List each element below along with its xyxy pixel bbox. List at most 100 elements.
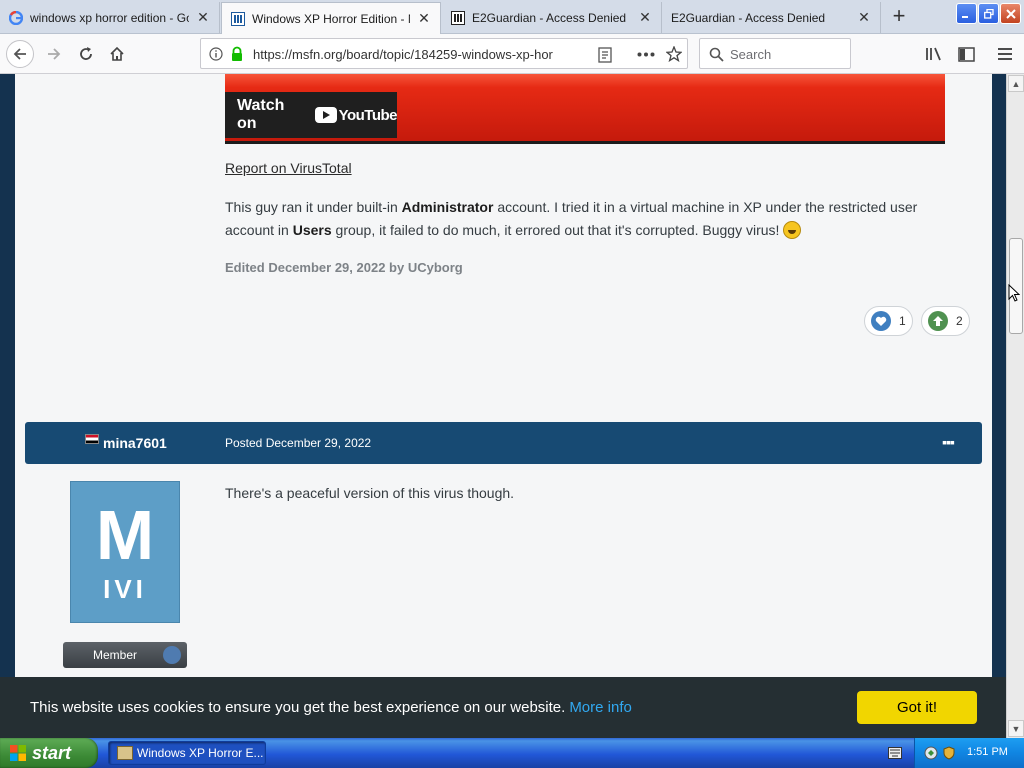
firefox-window-icon bbox=[117, 746, 133, 760]
reply-body: There's a peaceful version of this virus… bbox=[225, 485, 515, 501]
tab-bar: windows xp horror edition - Google ✕ Win… bbox=[0, 0, 1024, 34]
close-tab-icon[interactable]: ✕ bbox=[637, 9, 653, 26]
forum-content: Watch on YouTube Report on VirusTotal Th… bbox=[15, 74, 992, 738]
home-button[interactable] bbox=[103, 40, 131, 68]
watch-on-youtube-button[interactable]: Watch on YouTube bbox=[225, 92, 398, 138]
back-button[interactable] bbox=[6, 40, 34, 68]
post-body: This guy ran it under built-in Administr… bbox=[225, 196, 925, 242]
reload-button[interactable] bbox=[72, 40, 100, 68]
post-bold-users: Users bbox=[292, 222, 332, 238]
navigation-toolbar: https://msfn.org/board/topic/184259-wind… bbox=[0, 34, 1024, 74]
more-info-link[interactable]: More info bbox=[569, 699, 632, 716]
home-icon bbox=[110, 46, 124, 61]
hamburger-menu-icon bbox=[998, 48, 1012, 60]
youtube-embed[interactable]: Watch on YouTube bbox=[225, 74, 945, 144]
laughing-emoji-icon bbox=[783, 221, 802, 239]
report-on-virustotal-link[interactable]: Report on VirusTotal bbox=[225, 160, 352, 176]
post-text-3: group, it failed to do much, it errored … bbox=[331, 222, 784, 238]
windows-logo-icon bbox=[10, 745, 26, 761]
system-tray: 1:51 PM bbox=[914, 738, 1024, 768]
youtube-wordmark: YouTube bbox=[338, 106, 398, 124]
tab-title: windows xp horror edition - Google bbox=[30, 10, 189, 25]
post-header: mina7601 Posted December 29, 2022 ▪▪▪ bbox=[25, 422, 982, 464]
bookmark-star-icon[interactable] bbox=[666, 46, 682, 62]
forward-button[interactable] bbox=[40, 40, 68, 68]
tab-msfn[interactable]: Windows XP Horror Edition - Malware ✕ bbox=[221, 2, 441, 34]
tab-title: Windows XP Horror Edition - Malware bbox=[252, 11, 410, 26]
close-tab-icon[interactable]: ✕ bbox=[856, 9, 872, 26]
close-tab-icon[interactable]: ✕ bbox=[195, 9, 211, 26]
tab-e2guardian-1[interactable]: E2Guardian - Access Denied ✕ bbox=[442, 2, 662, 33]
library-button[interactable] bbox=[920, 40, 948, 68]
url-text[interactable]: https://msfn.org/board/topic/184259-wind… bbox=[253, 47, 563, 62]
avatar-sub: IVI bbox=[103, 573, 147, 604]
post-bold-administrator: Administrator bbox=[401, 199, 494, 215]
like-reaction-button[interactable]: 1 bbox=[864, 306, 913, 336]
security-shield-icon[interactable] bbox=[942, 746, 956, 760]
upvote-icon bbox=[928, 311, 948, 331]
back-arrow-icon bbox=[13, 48, 26, 60]
upvote-count: 2 bbox=[956, 314, 963, 328]
page-viewport: Watch on YouTube Report on VirusTotal Th… bbox=[0, 74, 1006, 738]
tab-google[interactable]: windows xp horror edition - Google ✕ bbox=[0, 2, 220, 33]
minimize-button[interactable] bbox=[956, 3, 977, 24]
info-icon[interactable] bbox=[209, 47, 223, 61]
reader-view-icon[interactable] bbox=[598, 47, 612, 63]
page-actions-icon[interactable] bbox=[637, 52, 655, 57]
avatar-letter: M bbox=[95, 495, 155, 574]
member-role: Member bbox=[93, 648, 138, 662]
close-icon bbox=[1005, 8, 1016, 19]
close-tab-icon[interactable]: ✕ bbox=[416, 10, 432, 27]
restore-button[interactable] bbox=[978, 3, 999, 24]
clock[interactable]: 1:51 PM bbox=[967, 746, 1008, 758]
posted-date: Posted December 29, 2022 bbox=[225, 436, 372, 450]
tab-e2guardian-2[interactable]: E2Guardian - Access Denied ✕ bbox=[663, 2, 881, 33]
youtube-play-icon bbox=[314, 107, 337, 123]
member-person-icon bbox=[163, 646, 181, 664]
close-window-button[interactable] bbox=[1000, 3, 1021, 24]
egypt-flag-icon bbox=[85, 434, 99, 444]
network-icon[interactable] bbox=[924, 746, 938, 760]
reload-icon bbox=[80, 47, 92, 60]
e2guardian-icon bbox=[450, 10, 466, 26]
new-tab-button[interactable]: + bbox=[884, 4, 914, 30]
heart-icon bbox=[871, 311, 891, 331]
taskbar-item-firefox[interactable]: Windows XP Horror E... bbox=[108, 741, 266, 765]
scroll-down-arrow-icon[interactable]: ▼ bbox=[1008, 720, 1024, 737]
msfn-icon bbox=[230, 11, 246, 27]
taskbar-item-label: Windows XP Horror E... bbox=[137, 746, 264, 760]
post-text-1: This guy ran it under built-in bbox=[225, 199, 402, 215]
start-label: start bbox=[32, 742, 72, 763]
keyboard-icon[interactable] bbox=[888, 747, 902, 759]
start-button[interactable]: start bbox=[0, 738, 98, 768]
lock-icon[interactable] bbox=[230, 46, 244, 62]
author-name[interactable]: mina7601 bbox=[103, 435, 167, 451]
mouse-cursor-icon bbox=[1008, 284, 1020, 302]
upvote-reaction-button[interactable]: 2 bbox=[921, 306, 970, 336]
google-icon bbox=[8, 10, 24, 26]
cookie-banner: This website uses cookies to ensure you … bbox=[0, 677, 1006, 738]
minimize-icon bbox=[962, 16, 968, 18]
member-badge: Member bbox=[63, 642, 187, 668]
search-bar[interactable] bbox=[699, 38, 851, 69]
forward-arrow-icon bbox=[48, 48, 61, 60]
sidebar-icon bbox=[957, 46, 975, 62]
got-it-button[interactable]: Got it! bbox=[857, 691, 977, 724]
tab-title: E2Guardian - Access Denied bbox=[472, 10, 627, 25]
scroll-up-arrow-icon[interactable]: ▲ bbox=[1008, 75, 1024, 92]
taskbar: start Windows XP Horror E... 1:51 PM bbox=[0, 738, 1024, 768]
cookie-text: This website uses cookies to ensure you … bbox=[30, 699, 566, 716]
restore-icon bbox=[983, 8, 994, 19]
menu-button[interactable] bbox=[991, 40, 1019, 68]
vertical-scrollbar[interactable]: ▲ ▼ bbox=[1006, 74, 1024, 738]
address-bar[interactable]: https://msfn.org/board/topic/184259-wind… bbox=[200, 38, 688, 69]
tab-title: E2Guardian - Access Denied bbox=[671, 10, 826, 25]
library-icon bbox=[926, 47, 941, 61]
search-input[interactable] bbox=[730, 45, 840, 63]
sidebar-button[interactable] bbox=[952, 40, 980, 68]
search-icon bbox=[709, 47, 724, 62]
like-count: 1 bbox=[899, 314, 906, 328]
post-options-icon[interactable]: ▪▪▪ bbox=[942, 434, 955, 450]
avatar[interactable]: M IVI bbox=[70, 481, 180, 623]
cookie-message: This website uses cookies to ensure you … bbox=[30, 699, 632, 716]
